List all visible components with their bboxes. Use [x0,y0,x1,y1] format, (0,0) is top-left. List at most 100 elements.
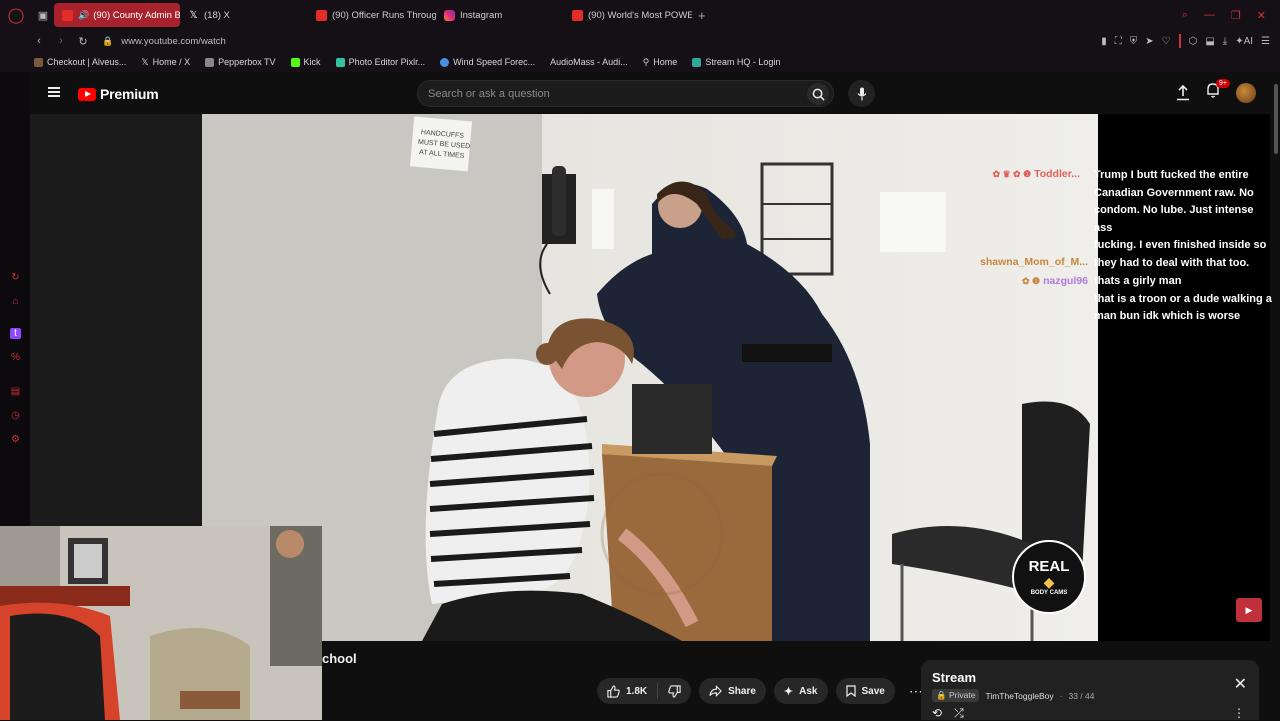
youtube-logo[interactable]: Premium [78,86,159,102]
bookmark-label: Stream HQ - Login [705,57,781,67]
search-tabs-icon[interactable]: ⌕ [1182,9,1188,22]
twitch-icon[interactable]: t [10,328,21,339]
bookmark-item[interactable]: 𝕏 Home / X [141,57,190,68]
bookmark-item[interactable]: Checkout | Alveus... [34,57,126,67]
search-placeholder: Search or ask a question [428,87,550,100]
playlist-controls: ⟲ ⤮ [932,706,964,721]
youtube-icon [572,9,583,21]
bookmark-item[interactable]: AudioMass - Audi... [550,57,628,67]
bookmark-item[interactable]: Wind Speed Forec... [440,57,535,67]
screenshot-icon[interactable]: ⛶ [1115,36,1122,47]
shield-icon[interactable]: ⛨ [1130,36,1138,47]
bag-icon[interactable]: ⌂ [10,296,21,307]
logo-text: Premium [100,86,159,102]
tab-label: (90) World's Most POWERF [588,9,692,21]
extensions-icon[interactable]: ⬡ [1189,36,1198,47]
menu-icon[interactable]: ☰ [1261,36,1270,47]
tab-overview-icon[interactable]: ▣ [32,0,54,30]
url-field[interactable]: 🔒 www.youtube.com/watch [102,36,226,47]
save-label: Save [861,685,885,697]
minimize-icon[interactable]: — [1204,9,1215,21]
address-bar-actions: ▮ ⛶ ⛨ ➤ ♡ ⬡ ⬓ ⤓ ✦AI ☰ [1101,30,1270,52]
privacy-label: Private [948,690,976,700]
save-button[interactable]: Save [835,678,895,704]
send-icon[interactable]: ➤ [1145,36,1153,47]
ask-label: Ask [799,685,818,697]
ask-button[interactable]: ✦ Ask [773,678,828,704]
tab-instagram[interactable]: Instagram [436,3,564,27]
browser-tab-bar: ◯ ▣ 🔊 (90) County Admin Blo 𝕏 (18) X (90… [0,0,1280,30]
tab-worlds-most[interactable]: (90) World's Most POWERF [564,3,692,27]
bookmark-item[interactable]: Pepperbox TV [205,57,276,67]
url-text: www.youtube.com/watch [121,35,226,47]
share-label: Share [728,685,756,697]
bookmark-label: AudioMass - Audi... [550,57,628,67]
bookmark-icon[interactable]: ▮ [1101,36,1107,47]
search-input[interactable]: Search or ask a question [417,80,834,107]
chat-badges-icon: ✿ ♛ ✿ ❶ [992,169,1032,179]
notifications-button[interactable]: 9+ [1206,79,1230,103]
playlist-title[interactable]: Stream [932,670,976,685]
scrollbar-thumb[interactable] [1274,84,1278,154]
dislike-button[interactable] [658,684,691,698]
tab-label: (90) Officer Runs Through [332,9,436,21]
bookmark-item[interactable]: ⚲ Home [643,57,678,68]
webcam-overlay [0,526,322,720]
reload-icon[interactable]: ↻ [74,35,92,48]
eagle-icon: ◆ [1043,573,1055,590]
like-button[interactable]: 1.8K [597,684,657,698]
youtube-play-icon [78,87,96,101]
ai-icon[interactable]: ✦AI [1235,36,1253,47]
address-bar: ‹ › ↻ 🔒 www.youtube.com/watch ▮ ⛶ ⛨ ➤ ♡ … [0,30,1280,52]
back-icon[interactable]: ‹ [30,35,48,47]
page-scrollbar[interactable] [1272,72,1280,720]
notes-icon[interactable]: ▤ [10,386,21,397]
loop-icon[interactable]: ⟲ [932,706,942,721]
speed-dial-icon[interactable]: ↻ [10,272,21,283]
youtube-header: Premium Search or ask a question 9+ [30,72,1280,114]
close-window-icon[interactable]: ✕ [1257,9,1266,22]
notification-badge: 9+ [1216,79,1230,88]
chat-line: man bun idk which is worse [1094,310,1241,322]
video-actions: 1.8K Share ✦ Ask Save ⋯ [597,678,929,704]
history-icon[interactable]: ◷ [10,410,21,421]
settings-icon[interactable]: ⚙ [10,434,21,445]
bookmark-item[interactable]: Stream HQ - Login [692,57,780,67]
browser-sidebar: ↻ ⌂ t % ▤ ◷ ⚙ [0,72,30,527]
voice-search-button[interactable] [848,80,875,107]
hamburger-menu-icon[interactable] [48,87,60,97]
heart-icon[interactable]: ♡ [1162,36,1171,47]
playlist-menu-icon[interactable]: ⋮ [1233,706,1245,720]
download-icon[interactable]: ⤓ [1223,36,1227,47]
instagram-icon [444,9,455,21]
new-tab-icon[interactable]: + [698,8,706,23]
bookmark-item[interactable]: Photo Editor Pixlr... [335,57,425,67]
upload-icon[interactable] [1176,84,1190,101]
forward-icon[interactable]: › [52,35,70,47]
playlist-owner[interactable]: TimTheToggleBoy [985,691,1053,701]
divider [1178,34,1181,48]
bookmark-label: Home / X [152,57,191,67]
tab-county-admin[interactable]: 🔊 (90) County Admin Blo [54,3,180,27]
tab-x[interactable]: 𝕏 (18) X [180,3,308,27]
playlist-panel: Stream 🔒 Private TimTheToggleBoy · 33 / … [921,660,1259,720]
browser-logo-icon[interactable]: ◯ [0,0,32,30]
like-count: 1.8K [626,685,648,697]
video-frame: HANDCUFFS MUST BE USED AT ALL TIMES [202,114,1098,641]
percent-icon[interactable]: % [10,352,21,363]
maximize-icon[interactable]: ❐ [1231,9,1241,22]
playlist-position: 33 / 44 [1068,690,1095,701]
bookmark-item[interactable]: Kick [290,57,321,67]
search-button[interactable] [807,83,829,105]
kick-icon [290,57,300,67]
shuffle-icon[interactable]: ⤮ [954,706,964,721]
tab-officer-runs[interactable]: (90) Officer Runs Through [308,3,436,27]
subscribe-overlay-button[interactable]: ▶ [1236,598,1262,622]
video-player[interactable]: HANDCUFFS MUST BE USED AT ALL TIMES ✿ ♛ … [202,114,1098,641]
close-icon[interactable]: ✕ [1234,674,1247,694]
logo-subtext: BODY CAMS [1030,589,1068,596]
avatar[interactable] [1236,82,1256,103]
share-button[interactable]: Share [699,678,766,704]
wallet-icon[interactable]: ⬓ [1205,36,1214,47]
speaker-icon[interactable]: 🔊 [78,10,89,21]
